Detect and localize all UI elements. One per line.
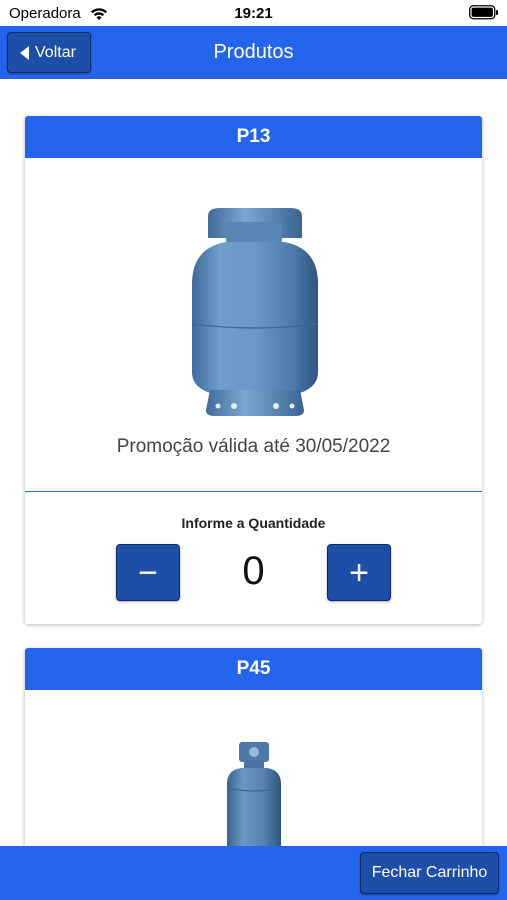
status-bar: Operadora 19:21 xyxy=(0,0,507,26)
card-divider xyxy=(25,491,482,492)
nav-bar: Voltar Produtos xyxy=(0,26,507,79)
promo-text: Promoção válida até 30/05/2022 xyxy=(116,436,391,457)
bottom-bar: Fechar Carrinho xyxy=(0,846,507,900)
page-title: Produtos xyxy=(213,41,294,63)
clock: 19:21 xyxy=(234,5,273,22)
quantity-label: Informe a Quantidade xyxy=(181,515,326,531)
quantity-value: 0 xyxy=(242,549,265,593)
increase-quantity-button[interactable]: + xyxy=(327,544,391,601)
product-title: P13 xyxy=(25,116,482,158)
gas-cylinder-p13-image xyxy=(25,204,482,424)
gas-cylinder-p45-image xyxy=(25,740,482,846)
product-title: P45 xyxy=(25,648,482,690)
battery-icon xyxy=(469,5,499,25)
close-cart-button[interactable]: Fechar Carrinho xyxy=(360,852,499,894)
product-list[interactable]: P13 Promoção válida até 30/05/2022 Infor… xyxy=(0,79,507,846)
product-card-p13: P13 Promoção válida até 30/05/2022 Infor… xyxy=(25,116,482,624)
product-card-p45: P45 xyxy=(25,648,482,846)
